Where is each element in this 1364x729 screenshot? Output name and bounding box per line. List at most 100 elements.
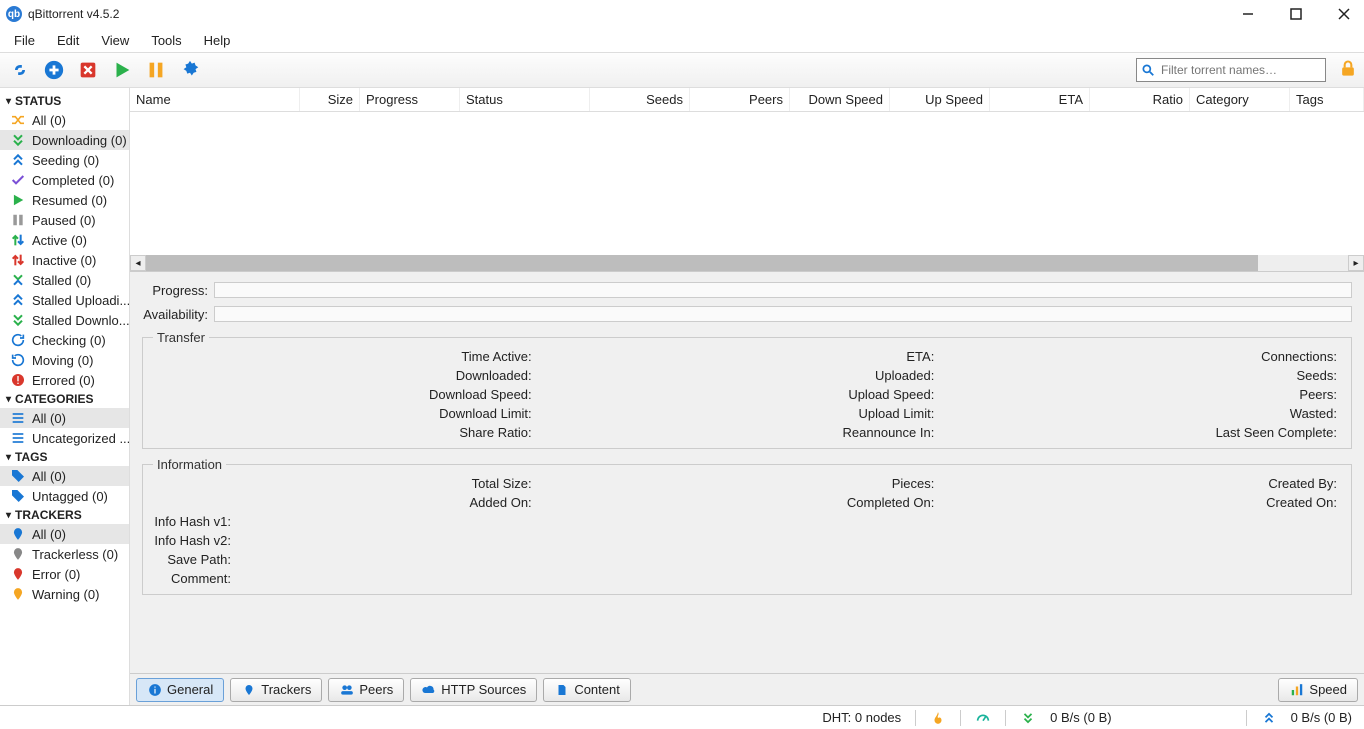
tab-http-sources[interactable]: HTTP Sources [410, 678, 537, 702]
sidebar-item-checking[interactable]: Checking (0) [0, 330, 129, 350]
col-name[interactable]: Name [130, 88, 300, 111]
sidebar-item-completed[interactable]: Completed (0) [0, 170, 129, 190]
lbl-hash-v1: Info Hash v1: [153, 514, 235, 529]
transfer-inactive-icon [10, 252, 26, 268]
minimize-button[interactable] [1234, 4, 1262, 24]
refresh-icon [10, 332, 26, 348]
play-icon [10, 192, 26, 208]
stalled-up-icon [10, 292, 26, 308]
sidebar-item-cat-uncategorized[interactable]: Uncategorized ... [0, 428, 129, 448]
delete-button[interactable] [74, 56, 102, 84]
lock-icon[interactable] [1338, 59, 1358, 82]
maximize-button[interactable] [1282, 4, 1310, 24]
menu-help[interactable]: Help [194, 31, 241, 50]
sidebar-item-inactive[interactable]: Inactive (0) [0, 250, 129, 270]
sidebar-section-trackers[interactable]: ▾TRACKERS [0, 506, 129, 524]
sidebar-item-errored[interactable]: Errored (0) [0, 370, 129, 390]
lbl-peers: Peers: [958, 387, 1341, 402]
col-peers[interactable]: Peers [690, 88, 790, 111]
col-progress[interactable]: Progress [360, 88, 460, 111]
lbl-dl-speed: Download Speed: [153, 387, 536, 402]
settings-button[interactable] [176, 56, 204, 84]
tag-icon [10, 488, 26, 504]
statusbar: DHT: 0 nodes 0 B/s (0 B) 0 B/s (0 B) [0, 705, 1364, 729]
sidebar-item-trk-all[interactable]: All (0) [0, 524, 129, 544]
resume-button[interactable] [108, 56, 136, 84]
col-down[interactable]: Down Speed [790, 88, 890, 111]
tab-peers[interactable]: Peers [328, 678, 404, 702]
close-button[interactable] [1330, 4, 1358, 24]
cloud-icon [421, 682, 437, 698]
sidebar-item-all[interactable]: All (0) [0, 110, 129, 130]
tab-general[interactable]: General [136, 678, 224, 702]
sidebar-item-stalled-uploading[interactable]: Stalled Uploadi... [0, 290, 129, 310]
scrollbar-track[interactable] [146, 255, 1348, 271]
sidebar-section-tags[interactable]: ▾TAGS [0, 448, 129, 466]
scroll-left-icon[interactable]: ◂ [130, 255, 146, 271]
menu-view[interactable]: View [91, 31, 139, 50]
lbl-dl-limit: Download Limit: [153, 406, 536, 421]
tab-speed[interactable]: Speed [1278, 678, 1358, 702]
menu-file[interactable]: File [4, 31, 45, 50]
lbl-total-size: Total Size: [153, 476, 536, 491]
pin-warning-icon [10, 586, 26, 602]
availability-label: Availability: [142, 307, 208, 322]
sidebar-item-tag-untagged[interactable]: Untagged (0) [0, 486, 129, 506]
col-up[interactable]: Up Speed [890, 88, 990, 111]
chevron-down-icon: ▾ [6, 96, 11, 107]
sidebar-item-active[interactable]: Active (0) [0, 230, 129, 250]
menu-tools[interactable]: Tools [141, 31, 191, 50]
chevron-down-icon: ▾ [6, 394, 11, 405]
filter-searchbox[interactable] [1136, 58, 1326, 82]
col-ratio[interactable]: Ratio [1090, 88, 1190, 111]
sidebar-item-stalled-downloading[interactable]: Stalled Downlo... [0, 310, 129, 330]
status-dht: DHT: 0 nodes [822, 710, 901, 725]
upload-chevrons-icon [10, 152, 26, 168]
stalled-icon [10, 272, 26, 288]
col-tags[interactable]: Tags [1290, 88, 1364, 111]
chevron-down-icon: ▾ [6, 510, 11, 521]
pause-button[interactable] [142, 56, 170, 84]
lbl-ul-limit: Upload Limit: [556, 406, 939, 421]
col-status[interactable]: Status [460, 88, 590, 111]
col-eta[interactable]: ETA [990, 88, 1090, 111]
progress-label: Progress: [142, 283, 208, 298]
sidebar-item-trk-error[interactable]: Error (0) [0, 564, 129, 584]
sidebar-item-trk-trackerless[interactable]: Trackerless (0) [0, 544, 129, 564]
speedometer-icon[interactable] [975, 710, 991, 726]
filter-input[interactable] [1159, 62, 1321, 78]
titlebar: qb qBittorrent v4.5.2 [0, 0, 1364, 28]
sidebar-item-seeding[interactable]: Seeding (0) [0, 150, 129, 170]
add-link-button[interactable] [6, 56, 34, 84]
add-torrent-button[interactable] [40, 56, 68, 84]
details-panel: Progress: Availability: Transfer Time Ac… [130, 272, 1364, 673]
transfer-legend: Transfer [153, 330, 209, 345]
sidebar-item-cat-all[interactable]: All (0) [0, 408, 129, 428]
sidebar-section-categories[interactable]: ▾CATEGORIES [0, 390, 129, 408]
sidebar-item-downloading[interactable]: Downloading (0) [0, 130, 129, 150]
col-category[interactable]: Category [1190, 88, 1290, 111]
sidebar-section-status[interactable]: ▾STATUS [0, 92, 129, 110]
horizontal-scrollbar[interactable]: ◂ ▸ [130, 255, 1364, 271]
tab-content[interactable]: Content [543, 678, 631, 702]
lbl-downloaded: Downloaded: [153, 368, 536, 383]
fire-icon[interactable] [930, 710, 946, 726]
col-seeds[interactable]: Seeds [590, 88, 690, 111]
tab-trackers[interactable]: Trackers [230, 678, 322, 702]
progress-bar [214, 282, 1352, 298]
sidebar-item-trk-warning[interactable]: Warning (0) [0, 584, 129, 604]
sidebar-item-stalled[interactable]: Stalled (0) [0, 270, 129, 290]
sidebar: ▾STATUS All (0) Downloading (0) Seeding … [0, 88, 130, 705]
lbl-time-active: Time Active: [153, 349, 536, 364]
sidebar-item-paused[interactable]: Paused (0) [0, 210, 129, 230]
sidebar-item-resumed[interactable]: Resumed (0) [0, 190, 129, 210]
lbl-seeds: Seeds: [958, 368, 1341, 383]
sidebar-item-moving[interactable]: Moving (0) [0, 350, 129, 370]
menu-edit[interactable]: Edit [47, 31, 89, 50]
col-size[interactable]: Size [300, 88, 360, 111]
sidebar-item-tag-all[interactable]: All (0) [0, 466, 129, 486]
lbl-uploaded: Uploaded: [556, 368, 939, 383]
scroll-right-icon[interactable]: ▸ [1348, 255, 1364, 271]
torrent-list: ◂ ▸ [130, 112, 1364, 272]
peers-icon [339, 682, 355, 698]
